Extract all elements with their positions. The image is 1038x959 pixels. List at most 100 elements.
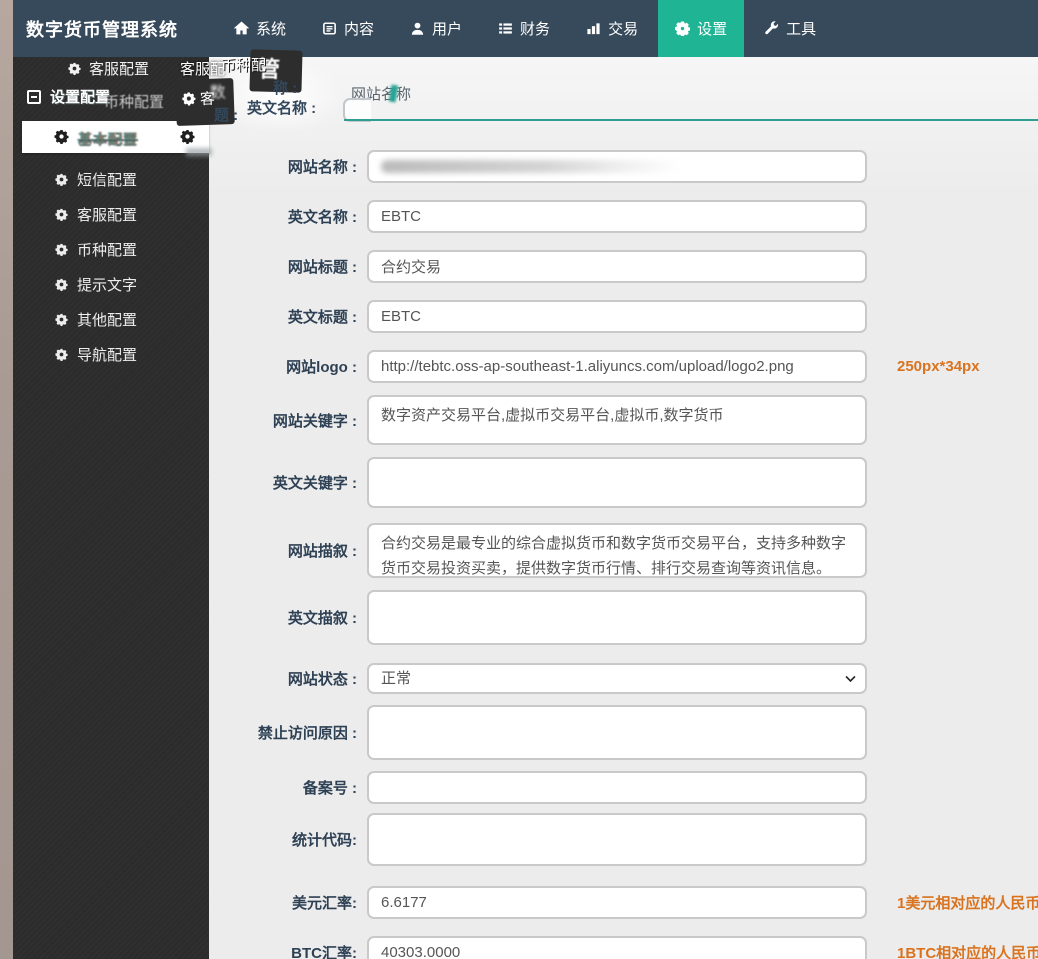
- gear-icon: [55, 208, 68, 221]
- site-name-input[interactable]: [367, 150, 867, 183]
- site-logo-input[interactable]: [367, 350, 867, 383]
- form-row-icp-number: 备案号 :: [209, 771, 1038, 804]
- menu-label: 内容: [344, 21, 375, 38]
- form-row-site-logo: 网站logo : 250px*34px: [209, 350, 1038, 383]
- form-row-english-title: 英文标题 :: [209, 300, 1038, 333]
- english-title-input[interactable]: [367, 300, 867, 333]
- forbidden-reason-label: 禁止访问原因 :: [257, 725, 357, 742]
- site-keywords-textarea[interactable]: [367, 395, 867, 445]
- logo-size-hint: 250px*34px: [897, 358, 980, 375]
- sidebar: 设置配置 基本配置 短信配置 客服配置 币种配置 提示文字 其他配置 导航配置: [13, 57, 212, 959]
- main-content: 网站名称 : 英文名称 : 网站标题 : 英文标题 : 网站logo : 250…: [209, 57, 1038, 959]
- form-row-site-description: 网站描叙 :: [209, 523, 1038, 578]
- sidebar-item-label: 短信配置: [77, 172, 138, 189]
- wrench-icon: [764, 21, 779, 36]
- basic-settings-form: 网站名称 : 英文名称 : 网站标题 : 英文标题 : 网站logo : 250…: [209, 57, 1038, 959]
- desktop-edge-strip: [0, 0, 13, 959]
- form-row-site-keywords: 网站关键字 :: [209, 395, 1038, 445]
- home-icon: [234, 21, 249, 36]
- document-icon: [322, 21, 337, 36]
- site-status-label: 网站状态 :: [287, 671, 357, 688]
- site-name-label: 网站名称 :: [287, 159, 357, 176]
- site-description-textarea[interactable]: [367, 523, 867, 578]
- list-icon: [498, 21, 513, 36]
- sidebar-item-label: 客服配置: [77, 207, 138, 224]
- sidebar-item-list: 短信配置 客服配置 币种配置 提示文字 其他配置 导航配置: [13, 162, 209, 372]
- usd-rate-input[interactable]: [367, 886, 867, 919]
- sidebar-item-nav-config[interactable]: 导航配置: [13, 337, 209, 372]
- menu-item-settings-active[interactable]: 设置: [658, 0, 745, 57]
- menu-item-content[interactable]: 内容: [306, 0, 390, 57]
- site-title-input[interactable]: [367, 250, 867, 283]
- english-title-label: 英文标题 :: [287, 309, 357, 326]
- site-logo-label: 网站logo :: [286, 359, 357, 376]
- sidebar-item-sms-config[interactable]: 短信配置: [13, 162, 209, 197]
- main-menu: 系统 内容 用户 财务 交易 设置 工具: [216, 0, 834, 57]
- btc-rate-label: BTC汇率:: [291, 945, 357, 959]
- usd-rate-hint: 1美元相对应的人民币数量: [897, 895, 1038, 912]
- site-title-label: 网站标题 :: [287, 259, 357, 276]
- sidebar-item-label: 导航配置: [77, 347, 138, 364]
- sidebar-item-label-glitched: 基本配置: [78, 131, 138, 147]
- gear-icon: [55, 313, 68, 326]
- site-keywords-label: 网站关键字 :: [272, 412, 357, 430]
- app-title: 数字货币管理系统: [26, 19, 178, 40]
- form-row-usd-rate: 美元汇率: 1美元相对应的人民币数量: [209, 886, 1038, 919]
- sidebar-group-label: 设置配置: [50, 89, 111, 106]
- english-name-label: 英文名称 :: [287, 209, 357, 226]
- menu-label: 工具: [786, 21, 817, 38]
- sidebar-item-basic-config-selected[interactable]: 基本配置: [22, 121, 212, 156]
- forbidden-reason-textarea[interactable]: [367, 705, 867, 760]
- menu-item-finance[interactable]: 财务: [482, 0, 566, 57]
- form-row-site-title: 网站标题 :: [209, 250, 1038, 283]
- menu-label: 系统: [256, 21, 287, 38]
- btc-rate-input[interactable]: [367, 936, 867, 959]
- bar-chart-icon: [586, 21, 601, 36]
- form-row-site-name: 网站名称 :: [209, 150, 1038, 183]
- btc-rate-hint: 1BTC相对应的人民币数量: [897, 945, 1038, 959]
- sidebar-item-label: 币种配置: [77, 242, 138, 259]
- form-row-english-keywords: 英文关键字 :: [209, 457, 1038, 508]
- gear-icon: [54, 129, 69, 144]
- sidebar-group-settings-config[interactable]: 设置配置: [27, 86, 110, 107]
- gear-icon: [55, 278, 68, 291]
- menu-label: 财务: [520, 21, 551, 38]
- english-description-textarea[interactable]: [367, 590, 867, 645]
- menu-item-user[interactable]: 用户: [394, 0, 478, 57]
- sidebar-item-customer-service-config[interactable]: 客服配置: [13, 197, 209, 232]
- form-row-english-description: 英文描叙 :: [209, 590, 1038, 645]
- menu-item-tools[interactable]: 工具: [748, 0, 832, 57]
- sidebar-item-hint-text[interactable]: 提示文字: [13, 267, 209, 302]
- collapse-minus-icon[interactable]: [27, 89, 41, 104]
- form-row-forbidden-reason: 禁止访问原因 :: [209, 705, 1038, 760]
- form-row-site-status: 网站状态 : 正常: [209, 663, 1038, 694]
- menu-item-trade[interactable]: 交易: [570, 0, 654, 57]
- stats-code-textarea[interactable]: [367, 813, 867, 866]
- usd-rate-label: 美元汇率:: [292, 895, 357, 912]
- user-icon: [410, 21, 425, 36]
- gear-icon: [55, 173, 68, 186]
- english-name-input[interactable]: [367, 200, 867, 233]
- menu-label: 用户: [432, 21, 463, 38]
- menu-item-system[interactable]: 系统: [218, 0, 302, 57]
- form-row-english-name: 英文名称 :: [209, 200, 1038, 233]
- sidebar-item-currency-config[interactable]: 币种配置: [13, 232, 209, 267]
- menu-label: 设置: [697, 21, 728, 38]
- top-nav-bar: 数字货币管理系统 系统 内容 用户 财务 交易 设置 工具: [13, 0, 1038, 57]
- icp-number-input[interactable]: [367, 771, 867, 804]
- glitch-smear: [186, 148, 212, 156]
- menu-label: 交易: [608, 21, 639, 38]
- gear-icon-ghost: [180, 129, 195, 144]
- stats-code-label: 统计代码:: [292, 832, 357, 849]
- site-description-label: 网站描叙 :: [287, 543, 357, 560]
- sidebar-item-label: 提示文字: [77, 277, 138, 294]
- english-keywords-textarea[interactable]: [367, 457, 867, 508]
- gear-icon: [55, 243, 68, 256]
- sidebar-item-other-config[interactable]: 其他配置: [13, 302, 209, 337]
- icp-number-label: 备案号 :: [302, 780, 357, 797]
- form-row-btc-rate: BTC汇率: 1BTC相对应的人民币数量: [209, 936, 1038, 959]
- english-keywords-label: 英文关键字 :: [272, 475, 357, 492]
- gear-icon: [55, 348, 68, 361]
- site-status-select[interactable]: 正常: [367, 663, 867, 694]
- gear-icon: [675, 21, 690, 36]
